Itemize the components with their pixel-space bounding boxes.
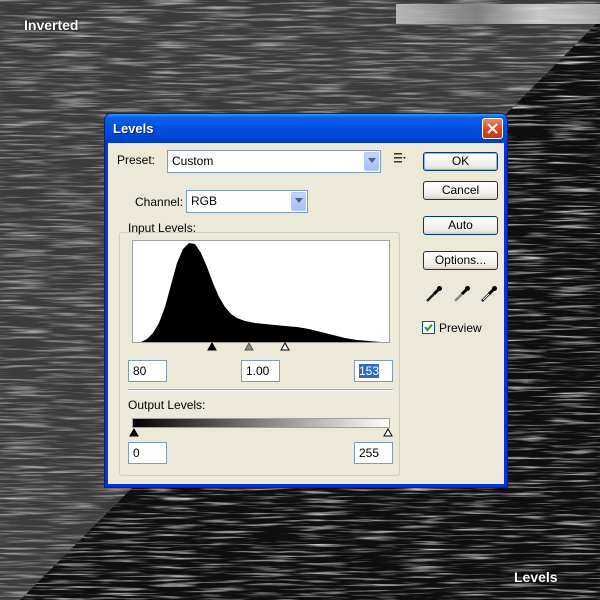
channel-label: Channel: [133,195,186,209]
inverted-label: Inverted [24,17,79,33]
close-button[interactable] [482,118,503,139]
ok-button[interactable]: OK [423,152,498,171]
input-black-field[interactable]: 80 [128,360,167,382]
channel-value: RGB [191,194,218,208]
gray-point-eyedropper-icon[interactable] [453,285,471,303]
output-levels-label: Output Levels: [128,398,206,412]
output-white-value: 255 [359,446,380,460]
gamma-slider[interactable] [244,342,254,351]
histogram [132,240,390,343]
preset-value: Custom [172,154,214,168]
input-slider-track [207,342,290,351]
channel-select[interactable]: RGB [186,190,308,213]
input-white-value: 153 [359,364,380,378]
output-white-slider[interactable] [383,428,393,437]
input-levels-label: Input Levels: [128,221,197,235]
cancel-button[interactable]: Cancel [423,181,498,200]
levels-label: Levels [514,569,558,585]
levels-dialog: Levels Preset: Custom Channel: RGB Input… [104,113,508,488]
input-gamma-field[interactable]: 1.00 [241,360,280,382]
output-black-slider[interactable] [129,428,139,437]
output-gradient-bar [132,418,390,428]
auto-button[interactable]: Auto [423,216,498,235]
options-button[interactable]: Options... [423,251,498,270]
dialog-client-area: Preset: Custom Channel: RGB Input Levels… [108,143,504,484]
black-point-eyedropper-icon[interactable] [425,285,443,303]
input-gamma-value: 1.00 [246,364,270,378]
output-white-field[interactable]: 255 [354,442,393,464]
white-point-slider[interactable] [280,342,290,351]
input-white-field[interactable]: 153 [354,360,393,382]
top-gradient-strip [396,4,600,24]
dropdown-arrow-icon [368,158,376,163]
separator [128,389,393,391]
dialog-title: Levels [113,121,154,136]
dropdown-arrow-icon [295,198,303,203]
preview-checkbox[interactable] [422,321,435,334]
preset-dropdown-button[interactable] [364,152,379,171]
white-point-eyedropper-icon[interactable] [480,285,498,303]
output-black-value: 0 [133,446,140,460]
black-point-slider[interactable] [207,342,217,351]
close-icon [487,123,498,134]
preview-label: Preview [439,321,482,335]
title-bar[interactable]: Levels [105,114,507,143]
histogram-graph [141,243,381,342]
preset-select[interactable]: Custom [167,150,381,173]
preset-label: Preset: [117,153,156,167]
output-black-field[interactable]: 0 [128,442,167,464]
preset-menu-icon[interactable] [394,152,406,164]
checkmark-icon [424,323,433,332]
input-black-value: 80 [133,364,147,378]
channel-dropdown-button[interactable] [291,192,306,211]
output-slider-track [129,428,393,437]
